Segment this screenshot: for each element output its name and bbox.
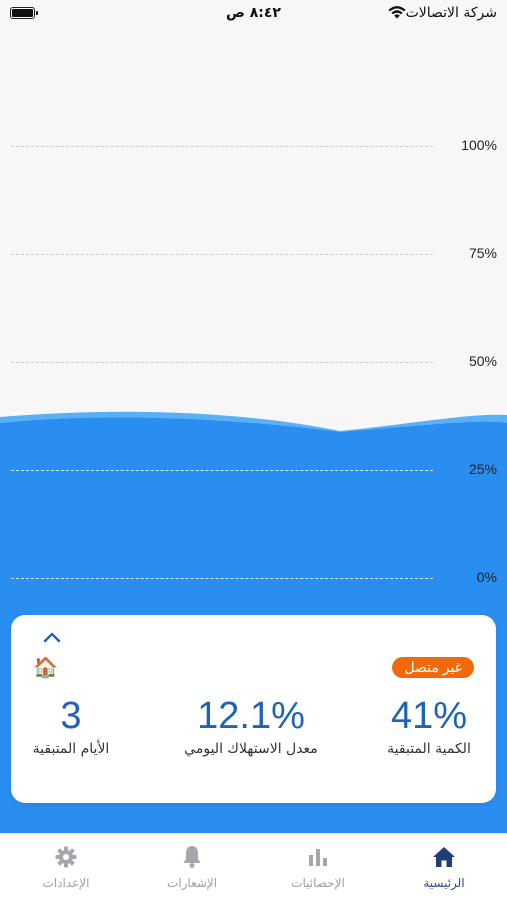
gridline-25 (11, 470, 433, 471)
stat-value: 12.1% (197, 695, 305, 737)
stat-value: 41% (390, 695, 468, 737)
house-icon: 🏠 (33, 655, 58, 679)
tab-home[interactable]: الرئيسية (381, 844, 507, 890)
tick-25: 25% (468, 461, 497, 477)
status-badge: غير متصل (392, 657, 474, 678)
battery-icon (10, 7, 38, 19)
stat-value: 3 (60, 695, 82, 737)
tab-label: الرئيسية (423, 876, 465, 890)
tick-50: 50% (468, 353, 497, 369)
stat-label: الكمية المتبقية (387, 741, 471, 757)
stat-daily-consumption: 12.1% معدل الاستهلاك اليومي (161, 693, 341, 757)
gear-icon (55, 846, 77, 868)
gridline-75 (11, 254, 433, 255)
stat-remaining-amount: 41% الكمية المتبقية (374, 693, 484, 757)
tick-100: 100% (461, 137, 497, 153)
chevron-up-icon[interactable] (41, 627, 63, 647)
tab-label: الإحصائيات (291, 876, 345, 890)
bar-chart-icon (309, 849, 327, 866)
tab-settings[interactable]: الإعدادات (3, 844, 129, 890)
status-bar: ٨:٤٢ ص شركة الاتصالات (0, 0, 507, 28)
tick-0: 0% (476, 569, 497, 585)
stat-remaining-days: 3 الأيام المتبقية (23, 693, 119, 757)
tab-statistics[interactable]: الإحصائيات (255, 844, 381, 890)
tab-label: الإشعارات (166, 876, 218, 890)
bell-icon (183, 846, 201, 868)
tick-75: 75% (468, 245, 497, 261)
tab-label: الإعدادات (42, 876, 90, 890)
wifi-icon (388, 6, 406, 19)
gridline-100 (11, 146, 433, 147)
home-icon (433, 847, 455, 867)
status-time: ٨:٤٢ ص (226, 5, 281, 21)
stat-label: الأيام المتبقية (32, 741, 110, 757)
tab-bar: الرئيسية الإحصائيات الإشعارات الإعدادات (0, 833, 507, 901)
tab-notifications[interactable]: الإشعارات (129, 844, 255, 890)
gridline-0 (11, 578, 433, 579)
device-info-card: 🏠 غير متصل 41% الكمية المتبقية 12.1% معد… (11, 615, 496, 803)
gridline-50 (11, 362, 433, 363)
stat-label: معدل الاستهلاك اليومي (184, 741, 318, 757)
carrier-name: شركة الاتصالات (405, 5, 497, 21)
